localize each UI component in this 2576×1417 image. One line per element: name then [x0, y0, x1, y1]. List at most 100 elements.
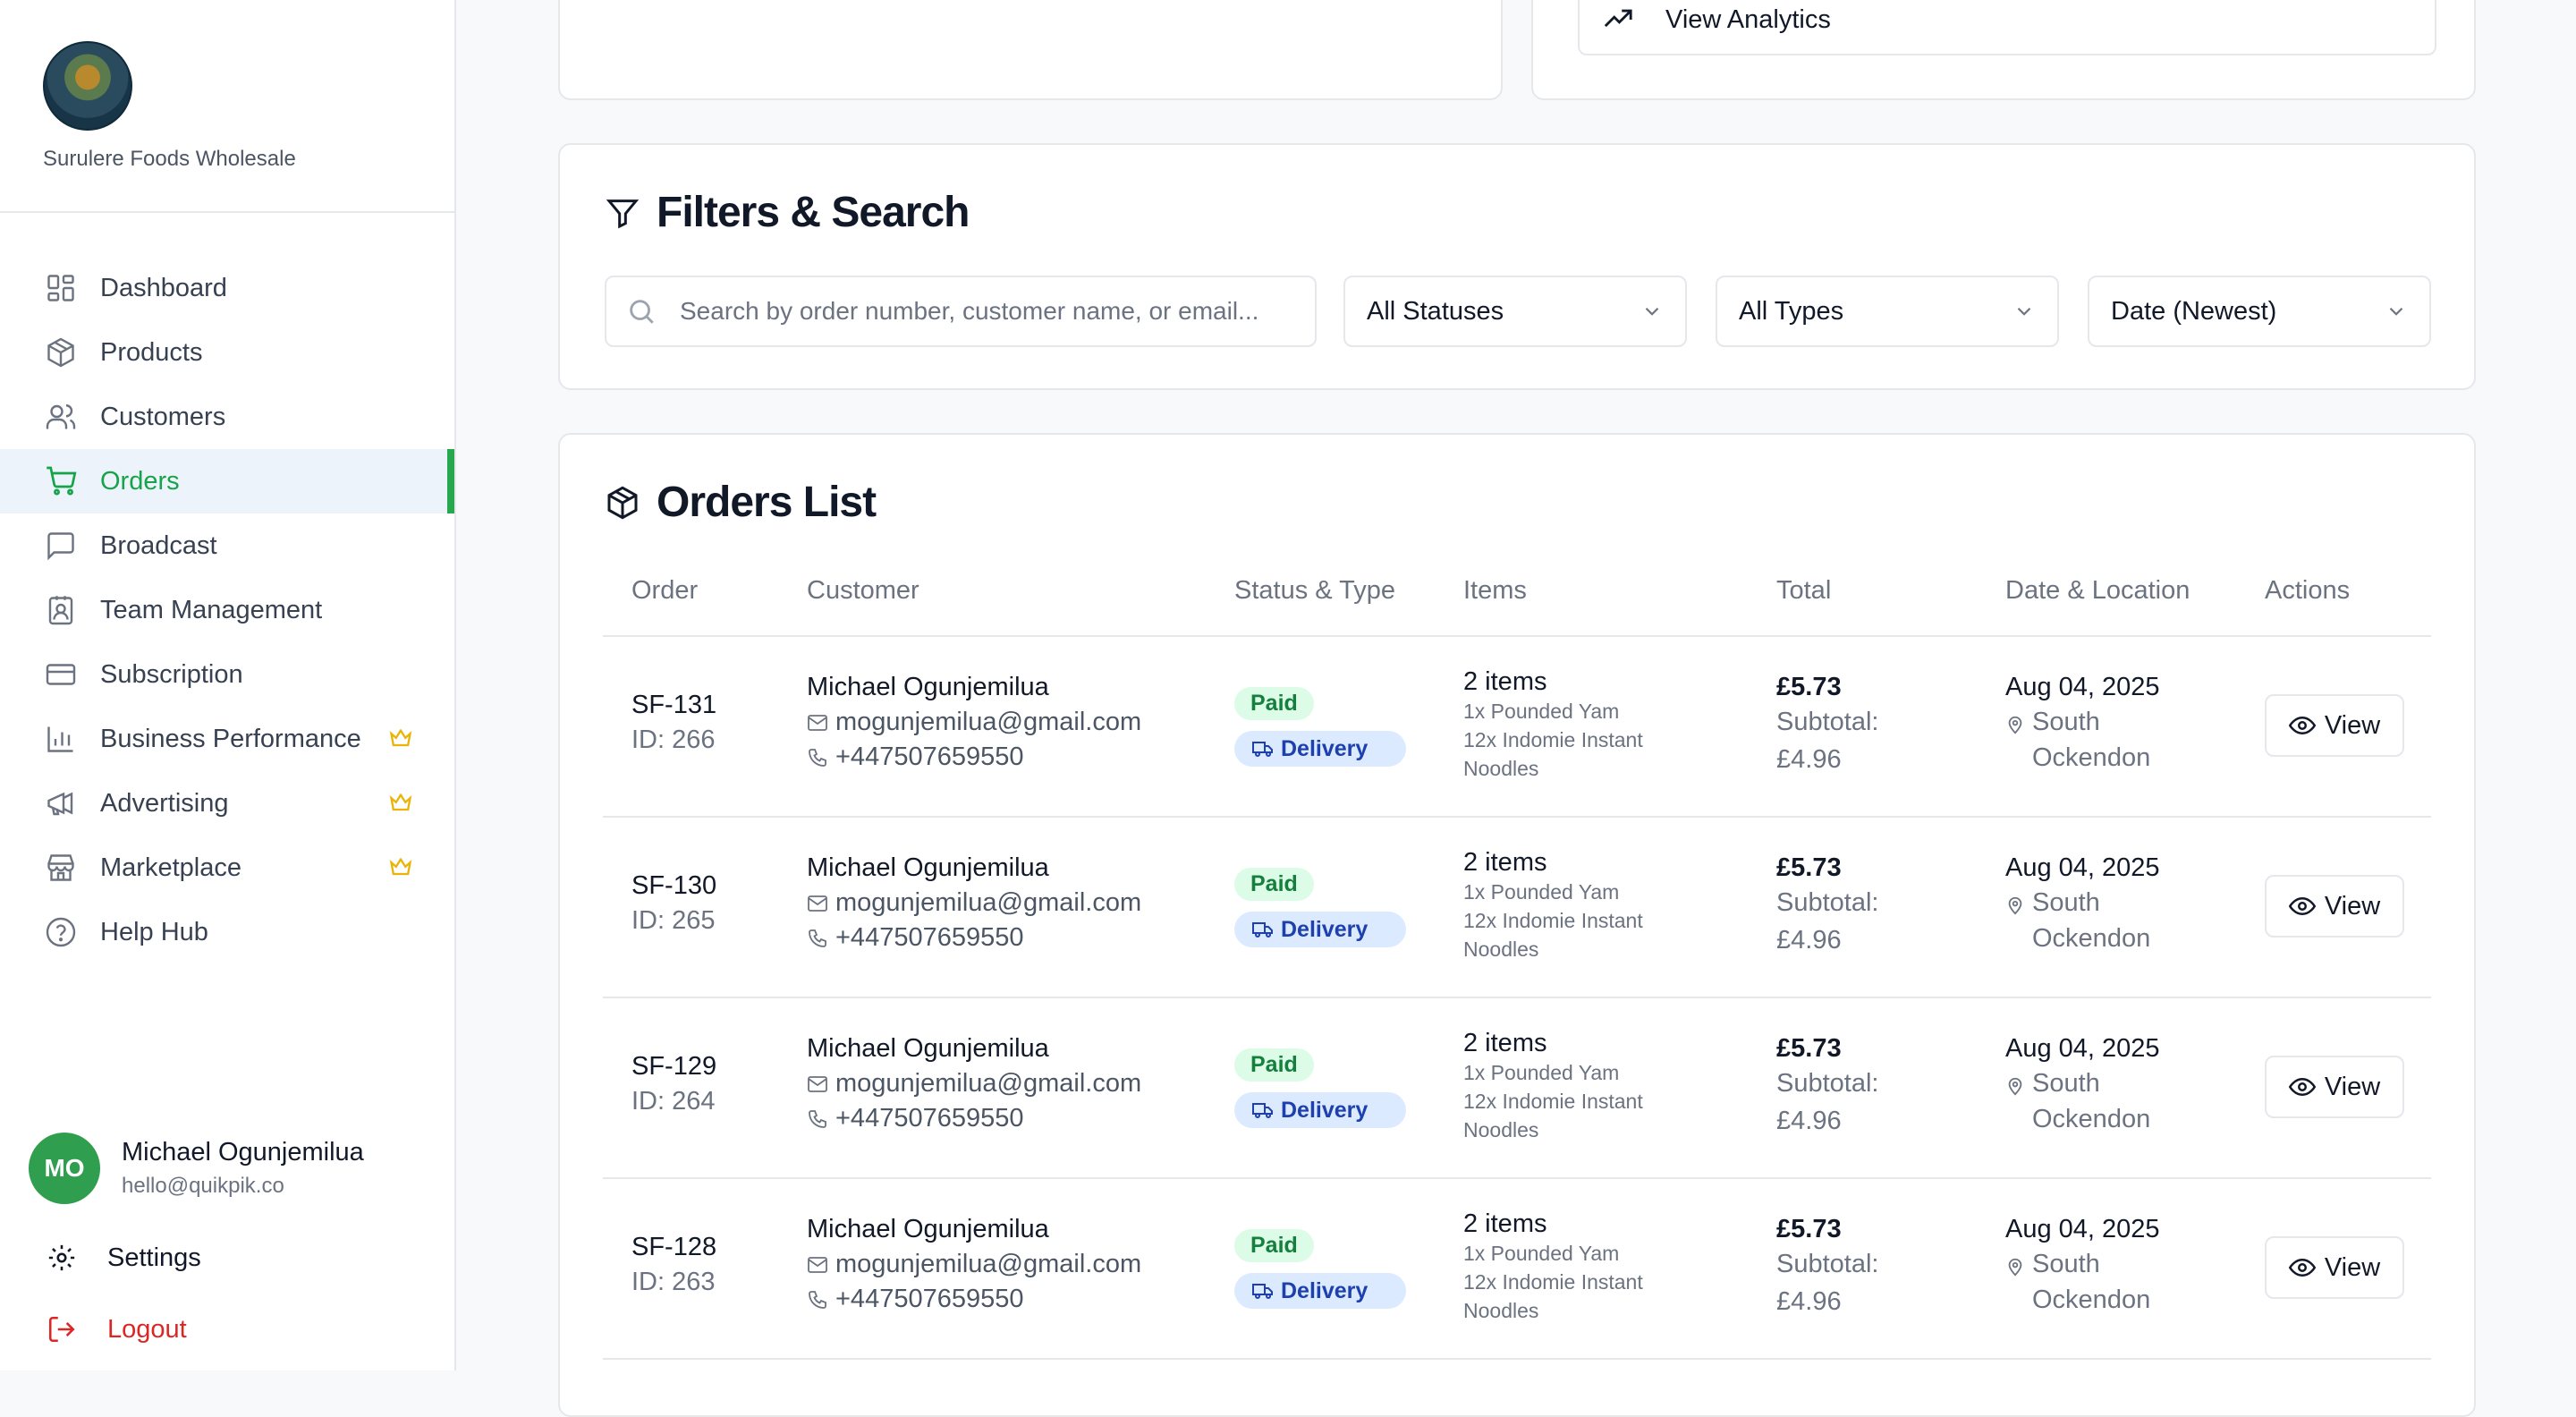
map-pin-icon: [2008, 716, 2022, 734]
customer-name: Michael Ogunjemilua: [807, 1215, 1049, 1243]
customer-cell: Michael Ogunjemilua mogunjemilua@gmail.c…: [807, 1215, 1141, 1314]
item-line: 1x Pounded Yam: [1463, 700, 1620, 723]
sidebar-item-business-performance[interactable]: Business Performance: [0, 707, 454, 771]
status-badge: Paid: [1234, 1229, 1314, 1262]
order-number[interactable]: SF-129: [631, 1052, 716, 1082]
sort-select-value: Date (Newest): [2111, 296, 2277, 326]
order-location: South Ockendon: [2005, 704, 2166, 776]
map-pin-icon: [2008, 1258, 2022, 1277]
settings-label: Settings: [107, 1243, 201, 1272]
items-count: 2 items: [1463, 1209, 1547, 1238]
subtotal-value: £4.96: [1776, 745, 1842, 774]
order-cell: SF-129 ID: 264: [631, 1052, 716, 1116]
type-badge-label: Delivery: [1281, 1277, 1368, 1303]
customer-email-line: mogunjemilua@gmail.com: [807, 708, 1141, 737]
type-badge: Delivery: [1234, 1273, 1406, 1309]
customer-email: mogunjemilua@gmail.com: [835, 888, 1142, 917]
order-id: ID: 264: [631, 1087, 716, 1116]
sidebar-item-label: Orders: [100, 466, 180, 496]
order-location: South Ockendon: [2005, 1246, 2166, 1318]
customer-email: mogunjemilua@gmail.com: [835, 1250, 1142, 1278]
items-cell: 2 items 1x Pounded Yam 12x Indomie Insta…: [1463, 1209, 1643, 1325]
chevron-down-icon: [2389, 307, 2403, 316]
sidebar-item-label: Subscription: [100, 659, 243, 689]
type-badge: Delivery: [1234, 731, 1406, 767]
user-email: hello@quikpik.co: [122, 1174, 284, 1198]
eye-icon: [2288, 1258, 2316, 1277]
view-order-button[interactable]: View: [2265, 1056, 2404, 1118]
order-id: ID: 265: [631, 906, 716, 935]
sidebar-item-broadcast[interactable]: Broadcast: [0, 513, 454, 578]
status-badge: Paid: [1234, 687, 1314, 720]
logout-link[interactable]: Logout: [47, 1308, 187, 1351]
orders-title-text: Orders List: [657, 479, 877, 526]
sidebar-item-label: Advertising: [100, 788, 229, 818]
sidebar-item-team-management[interactable]: Team Management: [0, 578, 454, 642]
sidebar-item-label: Customers: [100, 402, 226, 431]
view-order-button[interactable]: View: [2265, 694, 2404, 757]
view-order-button[interactable]: View: [2265, 875, 2404, 938]
view-order-button[interactable]: View: [2265, 1236, 2404, 1299]
chevron-down-icon: [2017, 307, 2031, 316]
customer-phone: +447507659550: [835, 742, 1024, 771]
type-badge-label: Delivery: [1281, 735, 1368, 761]
user-profile[interactable]: MO Michael Ogunjemilua hello@quikpik.co: [29, 1133, 440, 1204]
column-header-status-type: Status & Type: [1234, 576, 1396, 605]
sidebar-item-help-hub[interactable]: Help Hub: [0, 900, 454, 964]
column-header-date-location: Date & Location: [2005, 576, 2190, 605]
items-count: 2 items: [1463, 667, 1547, 696]
sidebar-item-products[interactable]: Products: [0, 320, 454, 385]
sidebar-item-customers[interactable]: Customers: [0, 385, 454, 449]
view-analytics-button[interactable]: View Analytics: [1578, 0, 2436, 55]
settings-link[interactable]: Settings: [47, 1236, 201, 1279]
order-total: £5.73: [1776, 1034, 1842, 1063]
phone-icon: [809, 1290, 826, 1309]
filters-title-text: Filters & Search: [657, 189, 970, 236]
status-select[interactable]: All Statuses: [1343, 276, 1687, 347]
total-cell: £5.73 Subtotal: £4.96: [1776, 1215, 1878, 1319]
order-date: Aug 04, 2025: [2005, 1034, 2160, 1063]
order-number[interactable]: SF-128: [631, 1233, 716, 1262]
sidebar-item-orders[interactable]: Orders: [0, 449, 454, 513]
location-text: South Ockendon: [2032, 888, 2151, 953]
map-pin-icon: [2008, 1077, 2022, 1096]
sort-select[interactable]: Date (Newest): [2088, 276, 2431, 347]
search-input[interactable]: [678, 296, 1290, 327]
column-header-customer: Customer: [807, 576, 919, 605]
gear-icon: [48, 1244, 75, 1271]
item-line: 12x Indomie Instant: [1463, 728, 1643, 751]
logout-icon: [48, 1316, 75, 1343]
table-row: SF-131 ID: 266 Michael Ogunjemilua mogun…: [603, 637, 2431, 818]
truck-icon: [1252, 1103, 1273, 1118]
sidebar-item-label: Products: [100, 337, 203, 367]
help-circle-icon: [43, 914, 79, 950]
brand-name: Surulere Foods Wholesale: [43, 147, 296, 171]
view-analytics-label: View Analytics: [1665, 4, 1831, 34]
brand-logo[interactable]: [43, 41, 132, 131]
filter-icon: [606, 199, 640, 228]
items-cell: 2 items 1x Pounded Yam 12x Indomie Insta…: [1463, 848, 1643, 963]
subtotal-label: Subtotal:: [1776, 1069, 1879, 1098]
avatar: MO: [29, 1133, 100, 1204]
view-button-label: View: [2324, 710, 2381, 740]
eye-icon: [2288, 1077, 2316, 1097]
search-field[interactable]: [605, 276, 1317, 347]
date-location-cell: Aug 04, 2025 South Ockendon: [2005, 673, 2166, 776]
type-select[interactable]: All Types: [1716, 276, 2059, 347]
total-cell: £5.73 Subtotal: £4.96: [1776, 853, 1878, 958]
order-number[interactable]: SF-130: [631, 871, 716, 901]
orders-table: Order Customer Status & Type Items Total…: [603, 576, 2431, 1360]
mail-icon: [808, 714, 827, 731]
users-icon: [43, 399, 79, 435]
truck-icon: [1252, 742, 1273, 757]
sidebar-item-advertising[interactable]: Advertising: [0, 771, 454, 836]
sidebar-item-dashboard[interactable]: Dashboard: [0, 256, 454, 320]
sidebar-item-marketplace[interactable]: Marketplace: [0, 836, 454, 900]
sidebar-item-subscription[interactable]: Subscription: [0, 642, 454, 707]
sidebar-nav: Dashboard Products Customers Orders Broa…: [0, 256, 454, 964]
map-pin-icon: [2008, 896, 2022, 915]
order-location: South Ockendon: [2005, 1065, 2166, 1137]
order-number[interactable]: SF-131: [631, 691, 716, 720]
type-select-value: All Types: [1739, 296, 1844, 326]
order-id: ID: 266: [631, 725, 716, 754]
